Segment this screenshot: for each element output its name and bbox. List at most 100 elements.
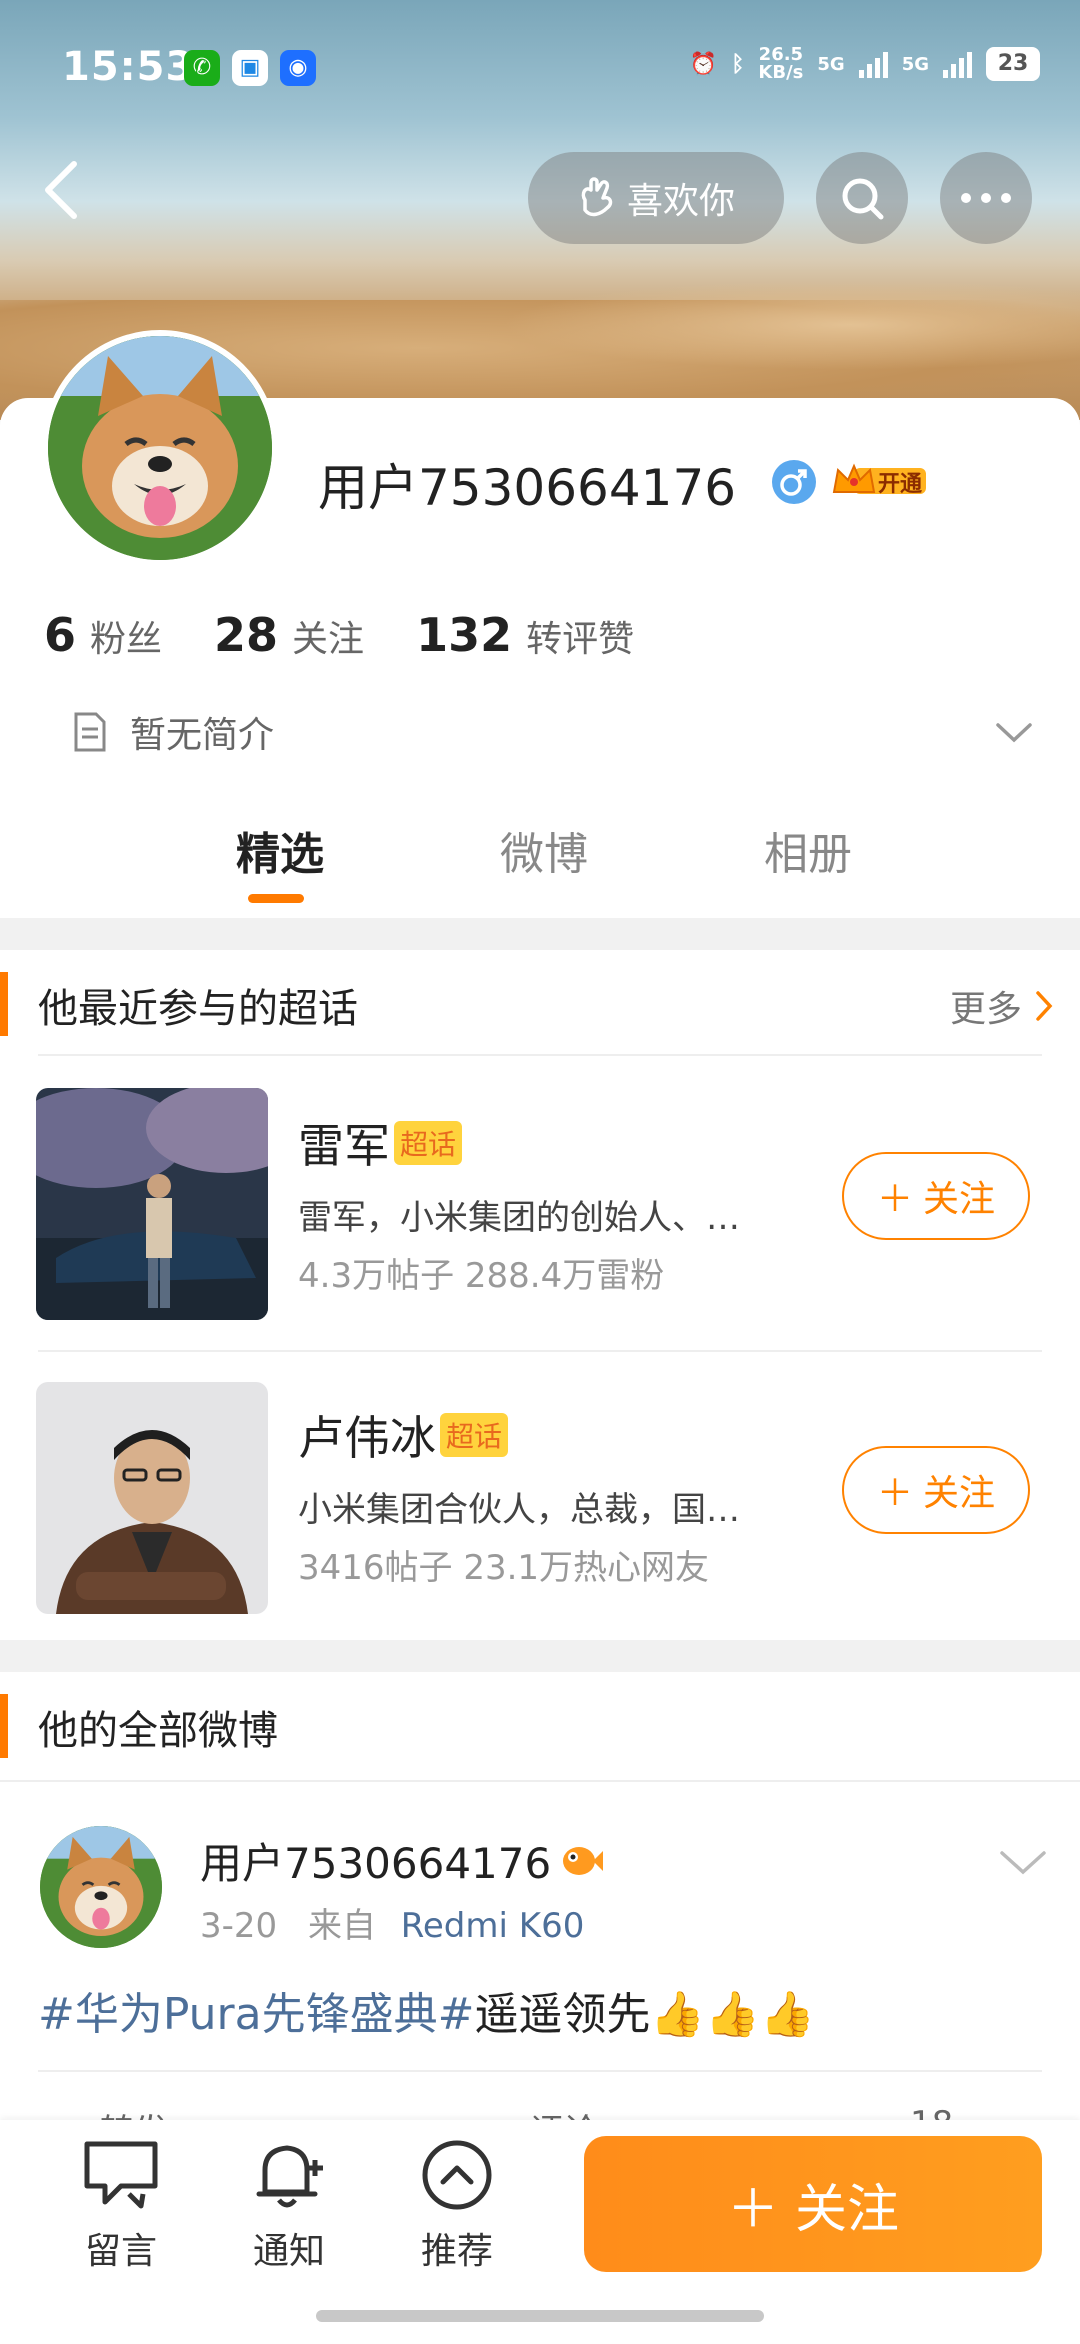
stat-interactions-value: 132 (416, 608, 513, 662)
fish-emoji-icon (563, 1846, 604, 1875)
net-speed-unit: KB/s (758, 62, 804, 83)
search-icon (842, 178, 884, 220)
tab-featured[interactable]: 精选 (236, 818, 324, 882)
follow-topic-button[interactable]: ＋ 关注 (842, 1152, 1030, 1240)
more-label: 更多 (949, 989, 1022, 1030)
avatar-dog-image (48, 336, 272, 560)
profile-intro[interactable]: 暂无简介 (72, 706, 274, 758)
topic-desc: 雷军，小米集团的创始人、… (298, 1198, 740, 1238)
search-button[interactable] (816, 152, 908, 244)
battery-icon: 23 (986, 47, 1040, 81)
signal-1-icon (858, 50, 888, 78)
topic-stats: 4.3万帖子 288.4万雷粉 (298, 1256, 665, 1296)
stat-interactions[interactable]: 132 转评赞 (416, 608, 634, 662)
post-meta: 3-20 来自 Redmi K60 (200, 1898, 584, 1947)
stat-fans-label: 粉丝 (90, 619, 163, 660)
chevron-left-icon (45, 161, 77, 219)
status-time: 15:53 (62, 44, 195, 90)
signal-2-icon (943, 50, 972, 78)
avatar-dog-image (40, 1826, 162, 1948)
notify-button[interactable]: 通知 (234, 2138, 344, 2274)
follow-label: 关注 (923, 1179, 996, 1220)
male-gender-icon (772, 460, 816, 504)
message-board-button[interactable]: 留言 (66, 2138, 176, 2274)
status-bar: 15:53 ✆ ▣ ◉ ⏰ ᛒ 26.5 KB/s 5G 5G 23 (0, 0, 1080, 140)
stat-following-label: 关注 (292, 619, 365, 660)
wechat-icon: ✆ (184, 50, 220, 86)
follow-user-button[interactable]: ＋ 关注 (584, 2136, 1042, 2272)
stat-fans[interactable]: 6 粉丝 (44, 608, 162, 662)
post-hashtag[interactable]: #华为Pura先锋盛典# (38, 1989, 474, 2040)
tab-album[interactable]: 相册 (764, 818, 852, 882)
alarm-icon: ⏰ (689, 51, 718, 77)
document-icon (74, 712, 106, 752)
post-username-text: 用户7530664176 (200, 1839, 552, 1888)
post-menu-chevron-down-icon[interactable] (1000, 1850, 1046, 1876)
divider (38, 1350, 1042, 1352)
bell-plus-icon (256, 2145, 323, 2208)
topic-stats: 3416帖子 23.1万热心网友 (298, 1548, 710, 1588)
stat-interactions-label: 转评赞 (526, 619, 635, 660)
hand-heart-icon (581, 177, 613, 217)
topic-leijun-image (36, 1088, 268, 1320)
message-app-icon: ▣ (232, 50, 268, 86)
stat-fans-value: 6 (44, 608, 77, 662)
status-right: ⏰ ᛒ 26.5 KB/s 5G 5G 23 (690, 46, 1040, 82)
divider (0, 1780, 1080, 1782)
like-you-label: 喜欢你 (626, 181, 735, 222)
topic-name-leijun[interactable]: 雷军 超话 (298, 1110, 463, 1176)
profile-username: 用户7530664176 (318, 459, 737, 517)
section-accent-bar (0, 972, 8, 1036)
post-author-avatar[interactable] (40, 1826, 162, 1948)
bluetooth-icon: ᛒ (731, 51, 745, 77)
super-topics-title: 他最近参与的超话 (38, 986, 358, 1032)
chevron-right-icon (1036, 991, 1053, 1021)
super-topics-more-link[interactable]: 更多 (950, 980, 1054, 1032)
recommend-chevron-up-icon (422, 2140, 492, 2210)
more-button[interactable] (940, 152, 1032, 244)
stat-following-value: 28 (214, 608, 279, 662)
plus-icon: ＋ (726, 2179, 779, 2240)
post-author-name[interactable]: 用户7530664176 (200, 1830, 605, 1891)
topic-desc: 小米集团合伙人，总裁，国… (298, 1490, 740, 1530)
notify-label: 通知 (252, 2231, 325, 2272)
vip-open-badge[interactable]: 开通 (832, 462, 928, 498)
hotspot-icon: ◉ (280, 50, 316, 86)
back-button[interactable] (40, 160, 84, 219)
more-dots-icon (961, 193, 1011, 203)
signal-1-label: 5G (817, 53, 845, 75)
message-label: 留言 (84, 2231, 157, 2272)
follow-label: 关注 (923, 1473, 996, 1514)
post-content[interactable]: #华为Pura先锋盛典#遥遥领先👍👍👍 (38, 1978, 815, 2042)
topic-name-luweibing[interactable]: 卢伟冰 超话 (298, 1402, 509, 1468)
profile-tabs: 精选 微博 相册 (0, 818, 1080, 918)
vip-open-label: 开通 (878, 472, 923, 497)
recommend-button[interactable]: 推荐 (402, 2138, 512, 2274)
post-from-label: 来自 (307, 1906, 376, 1946)
topic-name-text: 雷军 (298, 1119, 390, 1173)
post-device[interactable]: Redmi K60 (401, 1906, 585, 1946)
section-accent-bar (0, 1694, 8, 1758)
tab-weibo[interactable]: 微博 (500, 818, 588, 882)
topic-name-text: 卢伟冰 (298, 1411, 436, 1465)
topic-thumbnail-leijun[interactable] (36, 1088, 268, 1320)
divider (38, 2070, 1042, 2072)
like-you-button[interactable]: 喜欢你 (528, 152, 784, 244)
profile-intro-text: 暂无简介 (130, 715, 275, 756)
home-indicator[interactable] (316, 2310, 764, 2322)
all-posts-title: 他的全部微博 (38, 1708, 278, 1754)
divider (38, 1054, 1042, 1056)
expand-intro-chevron-down-icon[interactable] (996, 722, 1032, 744)
post-date: 3-20 (200, 1906, 278, 1946)
active-tab-indicator (248, 894, 304, 903)
avatar[interactable] (42, 330, 278, 566)
stat-following[interactable]: 28 关注 (214, 608, 364, 662)
topic-luweibing-image (36, 1382, 268, 1614)
follow-topic-button[interactable]: ＋ 关注 (842, 1446, 1030, 1534)
net-speed: 26.5 KB/s (758, 46, 803, 82)
message-icon (84, 2141, 158, 2209)
signal-2-label: 5G (901, 53, 929, 75)
topic-thumbnail-luweibing[interactable] (36, 1382, 268, 1614)
profile-stats: 6 粉丝 28 关注 132 转评赞 (44, 608, 634, 662)
super-topics-section: 他最近参与的超话 更多 雷军 超话 雷军，小米集团的创始人、… 4.3万帖子 2… (0, 950, 1080, 1640)
